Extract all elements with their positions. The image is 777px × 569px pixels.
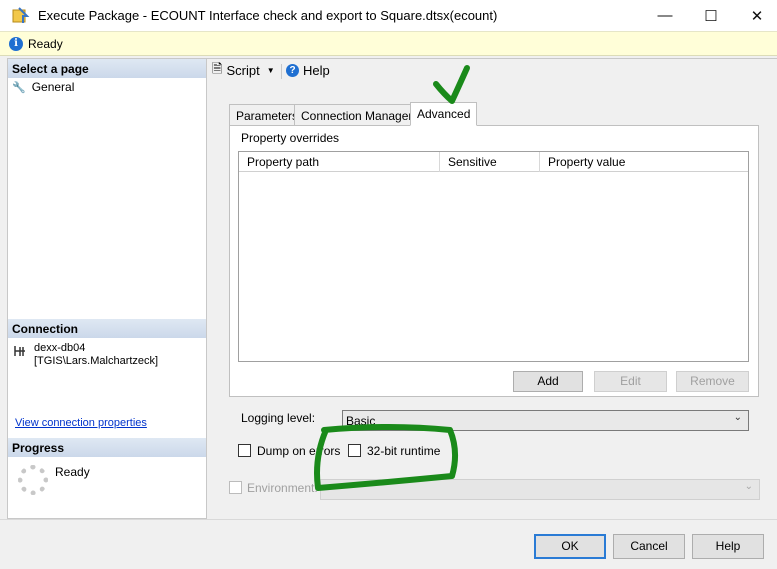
script-button[interactable]: 🗎 Script ▼ [212, 60, 275, 79]
title-bar: Execute Package - ECOUNT Interface check… [0, 0, 777, 31]
cancel-button[interactable]: Cancel [613, 534, 685, 559]
connection-user: [TGIS\Lars.Malchartzeck] [34, 355, 159, 367]
property-overrides-grid[interactable]: Property path Sensitive Property value [238, 151, 749, 362]
select-page-header: Select a page [8, 59, 206, 78]
connection-header: Connection [8, 319, 206, 338]
tab-connection-managers[interactable]: Connection Managers [294, 104, 426, 126]
environment-dropdown[interactable]: ⌄ [320, 479, 760, 500]
page-item-general[interactable]: 🔧 General [12, 79, 74, 95]
add-button[interactable]: Add [513, 371, 583, 392]
tab-advanced[interactable]: Advanced [410, 102, 478, 126]
close-button[interactable]: ✕ [734, 0, 777, 31]
status-bar: i Ready [0, 31, 777, 56]
environment-checkbox[interactable] [229, 481, 242, 494]
script-icon: 🗎 [212, 60, 223, 76]
help-button[interactable]: Help [692, 534, 764, 559]
chevron-down-icon: ⌄ [733, 412, 742, 423]
environment-label: Environment: [247, 481, 318, 495]
column-property-path[interactable]: Property path [239, 152, 440, 172]
runtime-32bit-label: 32-bit runtime [367, 444, 441, 458]
page-item-label: General [31, 80, 75, 94]
runtime-32bit-checkbox[interactable] [348, 444, 361, 457]
status-text: Ready [28, 37, 63, 51]
server-name: dexx-db04 [34, 342, 86, 354]
window-title: Execute Package - ECOUNT Interface check… [38, 8, 498, 23]
progress-status: Ready [55, 465, 90, 479]
column-sensitive[interactable]: Sensitive [440, 152, 540, 172]
logging-level-value: Basic [346, 414, 376, 428]
progress-header: Progress [8, 438, 206, 457]
logging-level-dropdown[interactable]: Basic ⌄ [342, 410, 749, 431]
help-icon: ? [286, 64, 299, 77]
chevron-down-icon: ⌄ [744, 481, 753, 492]
left-pane: Select a page 🔧 General Connection dexx-… [7, 58, 207, 519]
toolbar-separator [281, 64, 282, 79]
property-overrides-label: Property overrides [241, 131, 340, 145]
logging-level-label: Logging level: [241, 411, 316, 425]
wrench-icon: 🔧 [12, 81, 26, 94]
ok-button[interactable]: OK [534, 534, 606, 559]
view-connection-properties-link[interactable]: View connection properties [15, 417, 147, 429]
help-label: Help [303, 63, 330, 78]
script-label: Script [226, 63, 260, 78]
grid-header: Property path Sensitive Property value [239, 152, 748, 172]
column-property-value[interactable]: Property value [540, 152, 748, 172]
progress-spinner [18, 465, 48, 495]
connection-icon [14, 346, 25, 356]
help-toolbar-button[interactable]: ? Help [286, 62, 330, 79]
chevron-down-icon: ▼ [266, 66, 275, 75]
minimize-button[interactable]: — [642, 0, 688, 31]
dump-on-errors-label: Dump on errors [257, 444, 341, 458]
package-icon [12, 7, 30, 23]
edit-button[interactable]: Edit [594, 371, 667, 392]
remove-button[interactable]: Remove [676, 371, 749, 392]
dump-on-errors-checkbox[interactable] [238, 444, 251, 457]
maximize-button[interactable]: ☐ [688, 0, 734, 31]
info-icon: i [9, 37, 23, 51]
